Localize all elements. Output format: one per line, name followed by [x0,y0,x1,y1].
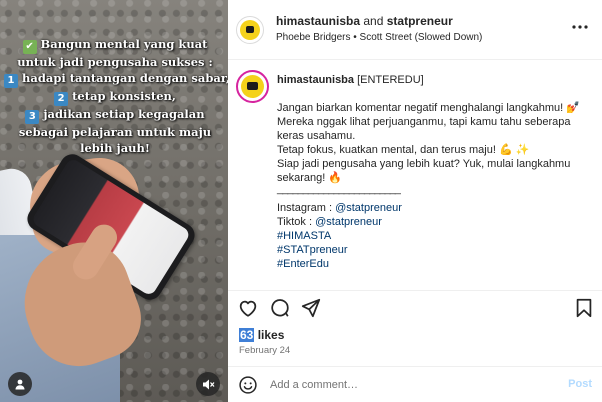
caption-block: himastaunisba [ENTEREDU] Jangan biarkan … [228,61,602,283]
likes-label: likes [254,328,285,342]
mute-button[interactable] [196,372,220,396]
more-options-icon[interactable] [570,20,590,34]
caption-paragraph: Siap jadi pengusaha yang lebih kuat? Yuk… [277,158,571,184]
overlay-line: 3 jadikan setiap kegagalan [4,106,226,124]
number-one-icon: 1 [4,74,18,88]
checkmark-icon: ✔ [22,40,37,54]
overlay-line: untuk jadi pengusaha sukses : [17,55,213,69]
speaker-muted-icon [202,379,214,389]
person-icon [15,379,25,390]
overlay-line: sebagai pelajaran untuk maju [18,125,212,139]
comment-input[interactable] [270,376,550,394]
share-icon[interactable] [300,297,322,319]
likes-number: 63 [239,328,255,342]
author-link[interactable]: himastaunisba [276,14,360,28]
overlay-line: 2 tetap konsisten, [4,88,226,106]
post-comment-button[interactable]: Post [568,378,592,390]
user-tag-button[interactable] [8,372,32,396]
caption-tag: [ENTEREDU] [357,74,424,86]
post-date[interactable]: February 24 [239,345,290,356]
audio-track-link[interactable]: Phoebe Bridgers • Scott Street (Slowed D… [276,32,482,43]
collab-authors: himastaunisba and statpreneur [276,14,453,28]
collab-connector: and [363,14,384,28]
mention-link[interactable]: @statpreneur [335,202,402,214]
overlay-line: ✔ Bangun mental yang kuat [4,36,226,54]
heart-icon[interactable] [237,297,259,319]
hashtag-link[interactable]: #EnterEdu [277,258,329,270]
overlay-line: 1 hadapi tantangan dengan sabar, [4,70,228,88]
himasta-logo-icon [241,75,264,98]
hashtag-link[interactable]: #HIMASTA [277,230,331,242]
overlay-line: lebih jauh! [80,141,150,155]
post-header: himastaunisba and statpreneur Phoebe Bri… [228,0,602,60]
post-media[interactable]: ✔ Bangun mental yang kuat untuk jadi pen… [0,0,228,402]
comment-icon[interactable] [269,297,291,319]
instagram-label: Instagram : [277,202,336,214]
number-three-icon: 3 [25,110,40,124]
avatar[interactable] [236,70,269,103]
caption-paragraph: Mereka nggak lihat perjuanganmu, tapi ka… [277,116,571,142]
caption-divider: ________________________ [277,183,401,195]
action-bar [228,290,602,322]
mention-link[interactable]: @statpreneur [315,216,382,228]
comment-bar: Post [228,366,602,402]
caption-username[interactable]: himastaunisba [277,74,354,86]
video-overlay-text: ✔ Bangun mental yang kuat untuk jadi pen… [4,36,228,156]
emoji-icon[interactable] [238,375,258,395]
author-link[interactable]: statpreneur [387,14,453,28]
hashtag-link[interactable]: #STATpreneur [277,244,348,256]
caption-paragraph: Tetap fokus, kuatkan mental, dan terus m… [277,144,530,156]
likes-count[interactable]: 63 likes [239,328,284,342]
tiktok-label: Tiktok : [277,216,316,228]
himasta-logo-icon [240,20,260,40]
bookmark-icon[interactable] [573,297,595,319]
caption-paragraph: Jangan biarkan komentar negatif menghala… [277,102,580,114]
post-panel: himastaunisba and statpreneur Phoebe Bri… [228,0,602,402]
avatar[interactable] [236,16,264,44]
caption-text: himastaunisba [ENTEREDU] Jangan biarkan … [277,73,593,271]
number-two-icon: 2 [54,92,69,106]
